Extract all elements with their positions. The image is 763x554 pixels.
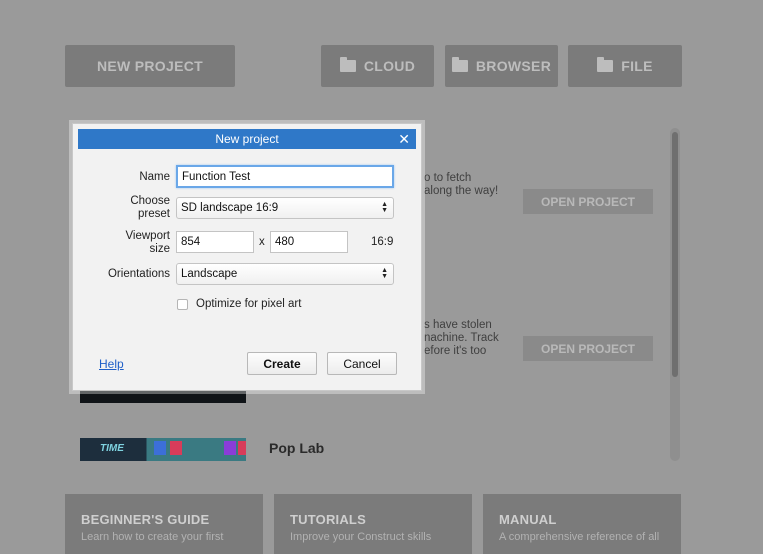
viewport-width-input[interactable]: 854 [176,231,254,253]
example-description-1: o to fetch along the way! [424,172,499,197]
preset-value: SD landscape 16:9 [181,202,279,214]
example-thumbnail[interactable] [80,391,246,403]
preset-label: Choose preset [130,195,170,220]
aspect-ratio-text: 16:9 [371,236,394,248]
file-label: FILE [621,58,653,74]
open-project-button[interactable]: OPEN PROJECT [523,189,653,214]
new-project-button[interactable]: NEW PROJECT [65,45,235,87]
example-description-2: s have stolen nachine. Track efore it's … [424,319,499,357]
tile-icon [238,441,246,455]
new-project-dialog: New project ✕ Name Function Test Choose … [72,123,422,391]
new-project-label: NEW PROJECT [97,58,203,74]
preset-select[interactable]: SD landscape 16:9 ▲ ▼ [176,197,394,219]
browser-label: BROWSER [475,58,552,74]
manual-card[interactable]: MANUAL A comprehensive reference of all [483,494,681,554]
name-input[interactable]: Function Test [176,165,394,188]
orientations-select[interactable]: Landscape ▲ ▼ [176,263,394,285]
name-value: Function Test [182,170,251,183]
file-button[interactable]: FILE [568,45,682,87]
viewport-x-separator: x [259,236,265,248]
viewport-height-input[interactable]: 480 [270,231,348,253]
tile-icon [154,441,166,455]
viewport-label: Viewport size [125,230,170,255]
help-link[interactable]: Help [99,357,124,371]
pixel-art-checkbox[interactable] [177,299,188,310]
open-project-button[interactable]: OPEN PROJECT [523,336,653,361]
create-button[interactable]: Create [247,352,317,375]
poplab-thumb-text: TIME [100,443,124,454]
card-description: Learn how to create your first [81,531,224,543]
poplab-thumbnail[interactable]: TIME [80,438,246,461]
poplab-title[interactable]: Pop Lab [269,440,324,456]
cloud-button[interactable]: CLOUD [321,45,434,87]
card-title: TUTORIALS [290,512,366,527]
cancel-button[interactable]: Cancel [327,352,397,375]
close-icon[interactable]: ✕ [398,131,410,147]
examples-scrollbar-thumb[interactable] [672,132,678,377]
card-description: A comprehensive reference of all [499,531,660,543]
card-description: Improve your Construct skills [290,531,432,543]
tile-icon [170,441,182,455]
select-arrows-icon: ▲ ▼ [381,267,388,280]
orientations-label: Orientations [107,268,170,280]
orientations-value: Landscape [181,268,238,280]
card-title: MANUAL [499,512,557,527]
tutorials-card[interactable]: TUTORIALS Improve your Construct skills [274,494,472,554]
dialog-title: New project [215,132,279,146]
folder-icon [597,57,614,72]
beginners-guide-card[interactable]: BEGINNER'S GUIDE Learn how to create you… [65,494,263,554]
tile-icon [224,441,236,455]
browser-button[interactable]: BROWSER [445,45,558,87]
dialog-title-bar: New project ✕ [78,129,416,149]
select-arrows-icon: ▲ ▼ [381,201,388,214]
folder-icon [339,57,356,72]
name-label: Name [139,171,170,183]
cloud-label: CLOUD [363,58,416,74]
card-title: BEGINNER'S GUIDE [81,512,210,527]
pixel-art-label[interactable]: Optimize for pixel art [196,298,301,310]
folder-icon [451,57,468,72]
